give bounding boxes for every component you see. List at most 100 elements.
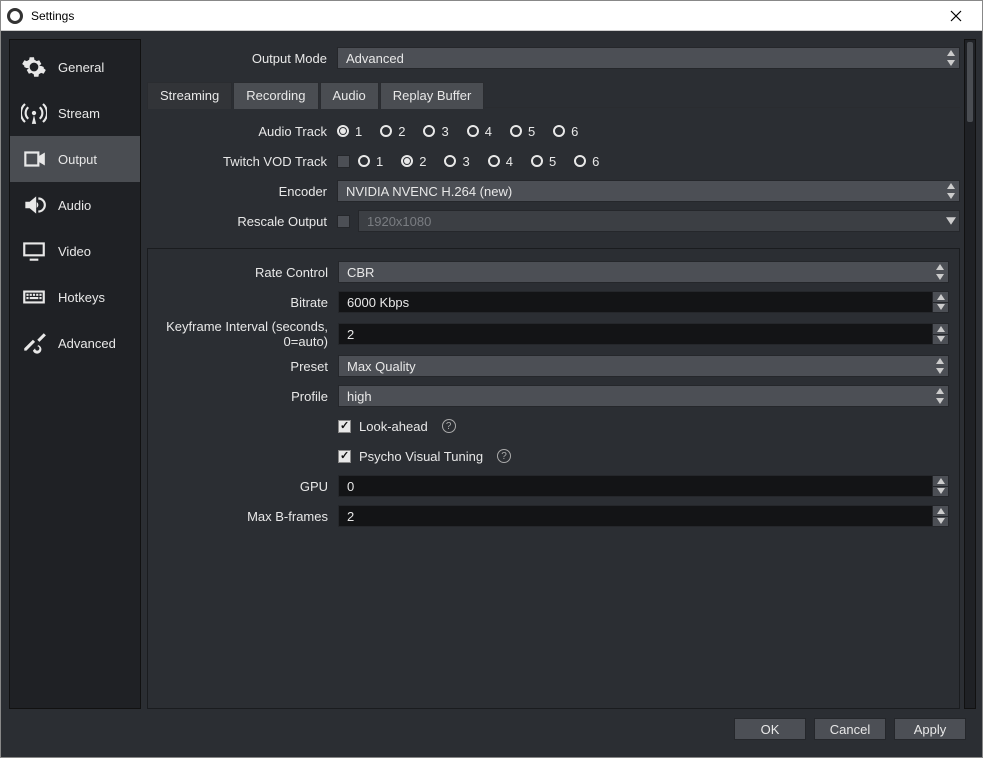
chevron-up-icon[interactable] <box>932 506 948 517</box>
keyboard-icon <box>20 283 48 311</box>
twitch-vod-1[interactable]: 1 <box>358 154 383 169</box>
ok-button[interactable]: OK <box>734 718 806 740</box>
titlebar: Settings <box>1 1 982 31</box>
chevron-up-icon <box>932 262 948 272</box>
preset-label: Preset <box>148 359 338 374</box>
sidebar-item-label: Hotkeys <box>58 290 105 305</box>
keyframe-label: Keyframe Interval (seconds, 0=auto) <box>148 319 338 349</box>
chevron-up-icon[interactable] <box>932 476 948 487</box>
bitrate-input[interactable]: 6000 Kbps <box>338 291 949 313</box>
twitch-vod-group: 1 2 3 4 5 6 <box>337 154 960 169</box>
cancel-button[interactable]: Cancel <box>814 718 886 740</box>
sidebar-item-stream[interactable]: Stream <box>10 90 140 136</box>
audio-track-3[interactable]: 3 <box>423 124 448 139</box>
chevron-up-icon <box>932 386 948 396</box>
audio-track-2[interactable]: 2 <box>380 124 405 139</box>
chevron-up-icon <box>943 181 959 191</box>
rescale-select: 1920x1080 <box>358 210 960 232</box>
chevron-up-icon <box>932 356 948 366</box>
profile-select[interactable]: high <box>338 385 949 407</box>
audio-track-group: 1 2 3 4 5 6 <box>337 124 960 139</box>
twitch-vod-4[interactable]: 4 <box>488 154 513 169</box>
tab-recording[interactable]: Recording <box>233 82 318 109</box>
rescale-label: Rescale Output <box>147 214 337 229</box>
speaker-icon <box>20 191 48 219</box>
profile-label: Profile <box>148 389 338 404</box>
tab-audio[interactable]: Audio <box>320 82 379 109</box>
twitch-vod-5[interactable]: 5 <box>531 154 556 169</box>
chevron-up-icon[interactable] <box>932 292 948 303</box>
sidebar-item-hotkeys[interactable]: Hotkeys <box>10 274 140 320</box>
chevron-down-icon <box>932 272 948 282</box>
lookahead-label: Look-ahead <box>359 419 428 434</box>
chevron-down-icon <box>943 191 959 201</box>
chevron-down-icon[interactable] <box>932 303 948 313</box>
gear-icon <box>20 53 48 81</box>
app-icon <box>7 8 23 24</box>
tab-replay-buffer[interactable]: Replay Buffer <box>380 82 485 109</box>
psycho-label: Psycho Visual Tuning <box>359 449 483 464</box>
output-icon <box>20 145 48 173</box>
apply-button[interactable]: Apply <box>894 718 966 740</box>
bitrate-label: Bitrate <box>148 295 338 310</box>
chevron-down-icon <box>932 396 948 406</box>
audio-track-4[interactable]: 4 <box>467 124 492 139</box>
antenna-icon <box>20 99 48 127</box>
twitch-vod-6[interactable]: 6 <box>574 154 599 169</box>
tools-icon <box>20 329 48 357</box>
settings-sidebar: General Stream Output Audio Video <box>9 39 141 709</box>
sidebar-item-general[interactable]: General <box>10 44 140 90</box>
close-button[interactable] <box>936 2 976 30</box>
sidebar-item-label: Audio <box>58 198 91 213</box>
rescale-checkbox[interactable] <box>337 215 350 228</box>
sidebar-item-output[interactable]: Output <box>10 136 140 182</box>
twitch-vod-enable-checkbox[interactable] <box>337 155 350 168</box>
output-mode-label: Output Mode <box>147 51 337 66</box>
sidebar-item-video[interactable]: Video <box>10 228 140 274</box>
chevron-up-icon[interactable] <box>932 324 948 335</box>
sidebar-item-label: General <box>58 60 104 75</box>
twitch-vod-2[interactable]: 2 <box>401 154 426 169</box>
scrollbar-thumb[interactable] <box>967 42 973 122</box>
output-tabs: Streaming Recording Audio Replay Buffer <box>147 81 960 108</box>
rate-control-select[interactable]: CBR <box>338 261 949 283</box>
encoder-label: Encoder <box>147 184 337 199</box>
help-icon[interactable]: ? <box>442 419 456 433</box>
twitch-vod-label: Twitch VOD Track <box>147 154 337 169</box>
chevron-up-icon <box>943 48 959 58</box>
audio-track-1[interactable]: 1 <box>337 124 362 139</box>
help-icon[interactable]: ? <box>497 449 511 463</box>
scrollbar[interactable] <box>964 39 976 709</box>
keyframe-input[interactable]: 2 <box>338 323 949 345</box>
sidebar-item-label: Output <box>58 152 97 167</box>
lookahead-checkbox[interactable] <box>338 420 351 433</box>
preset-select[interactable]: Max Quality <box>338 355 949 377</box>
bframes-label: Max B-frames <box>148 509 338 524</box>
chevron-down-icon <box>932 366 948 376</box>
psycho-checkbox[interactable] <box>338 450 351 463</box>
chevron-down-icon[interactable] <box>932 335 948 345</box>
tab-streaming[interactable]: Streaming <box>147 82 232 109</box>
chevron-down-icon <box>943 58 959 68</box>
twitch-vod-3[interactable]: 3 <box>444 154 469 169</box>
sidebar-item-label: Stream <box>58 106 100 121</box>
bframes-input[interactable]: 2 <box>338 505 949 527</box>
audio-track-6[interactable]: 6 <box>553 124 578 139</box>
gpu-input[interactable]: 0 <box>338 475 949 497</box>
dialog-footer: OK Cancel Apply <box>9 709 976 749</box>
encoder-settings-panel: Rate Control CBR Bitrate 6000 Kbps Keyfr… <box>147 248 960 709</box>
chevron-down-icon <box>943 217 959 225</box>
window-title: Settings <box>31 9 936 23</box>
chevron-down-icon[interactable] <box>932 517 948 527</box>
encoder-select[interactable]: NVIDIA NVENC H.264 (new) <box>337 180 960 202</box>
audio-track-label: Audio Track <box>147 124 337 139</box>
output-mode-select[interactable]: Advanced <box>337 47 960 69</box>
audio-track-5[interactable]: 5 <box>510 124 535 139</box>
sidebar-item-advanced[interactable]: Advanced <box>10 320 140 366</box>
chevron-down-icon[interactable] <box>932 487 948 497</box>
gpu-label: GPU <box>148 479 338 494</box>
sidebar-item-audio[interactable]: Audio <box>10 182 140 228</box>
sidebar-item-label: Advanced <box>58 336 116 351</box>
monitor-icon <box>20 237 48 265</box>
sidebar-item-label: Video <box>58 244 91 259</box>
